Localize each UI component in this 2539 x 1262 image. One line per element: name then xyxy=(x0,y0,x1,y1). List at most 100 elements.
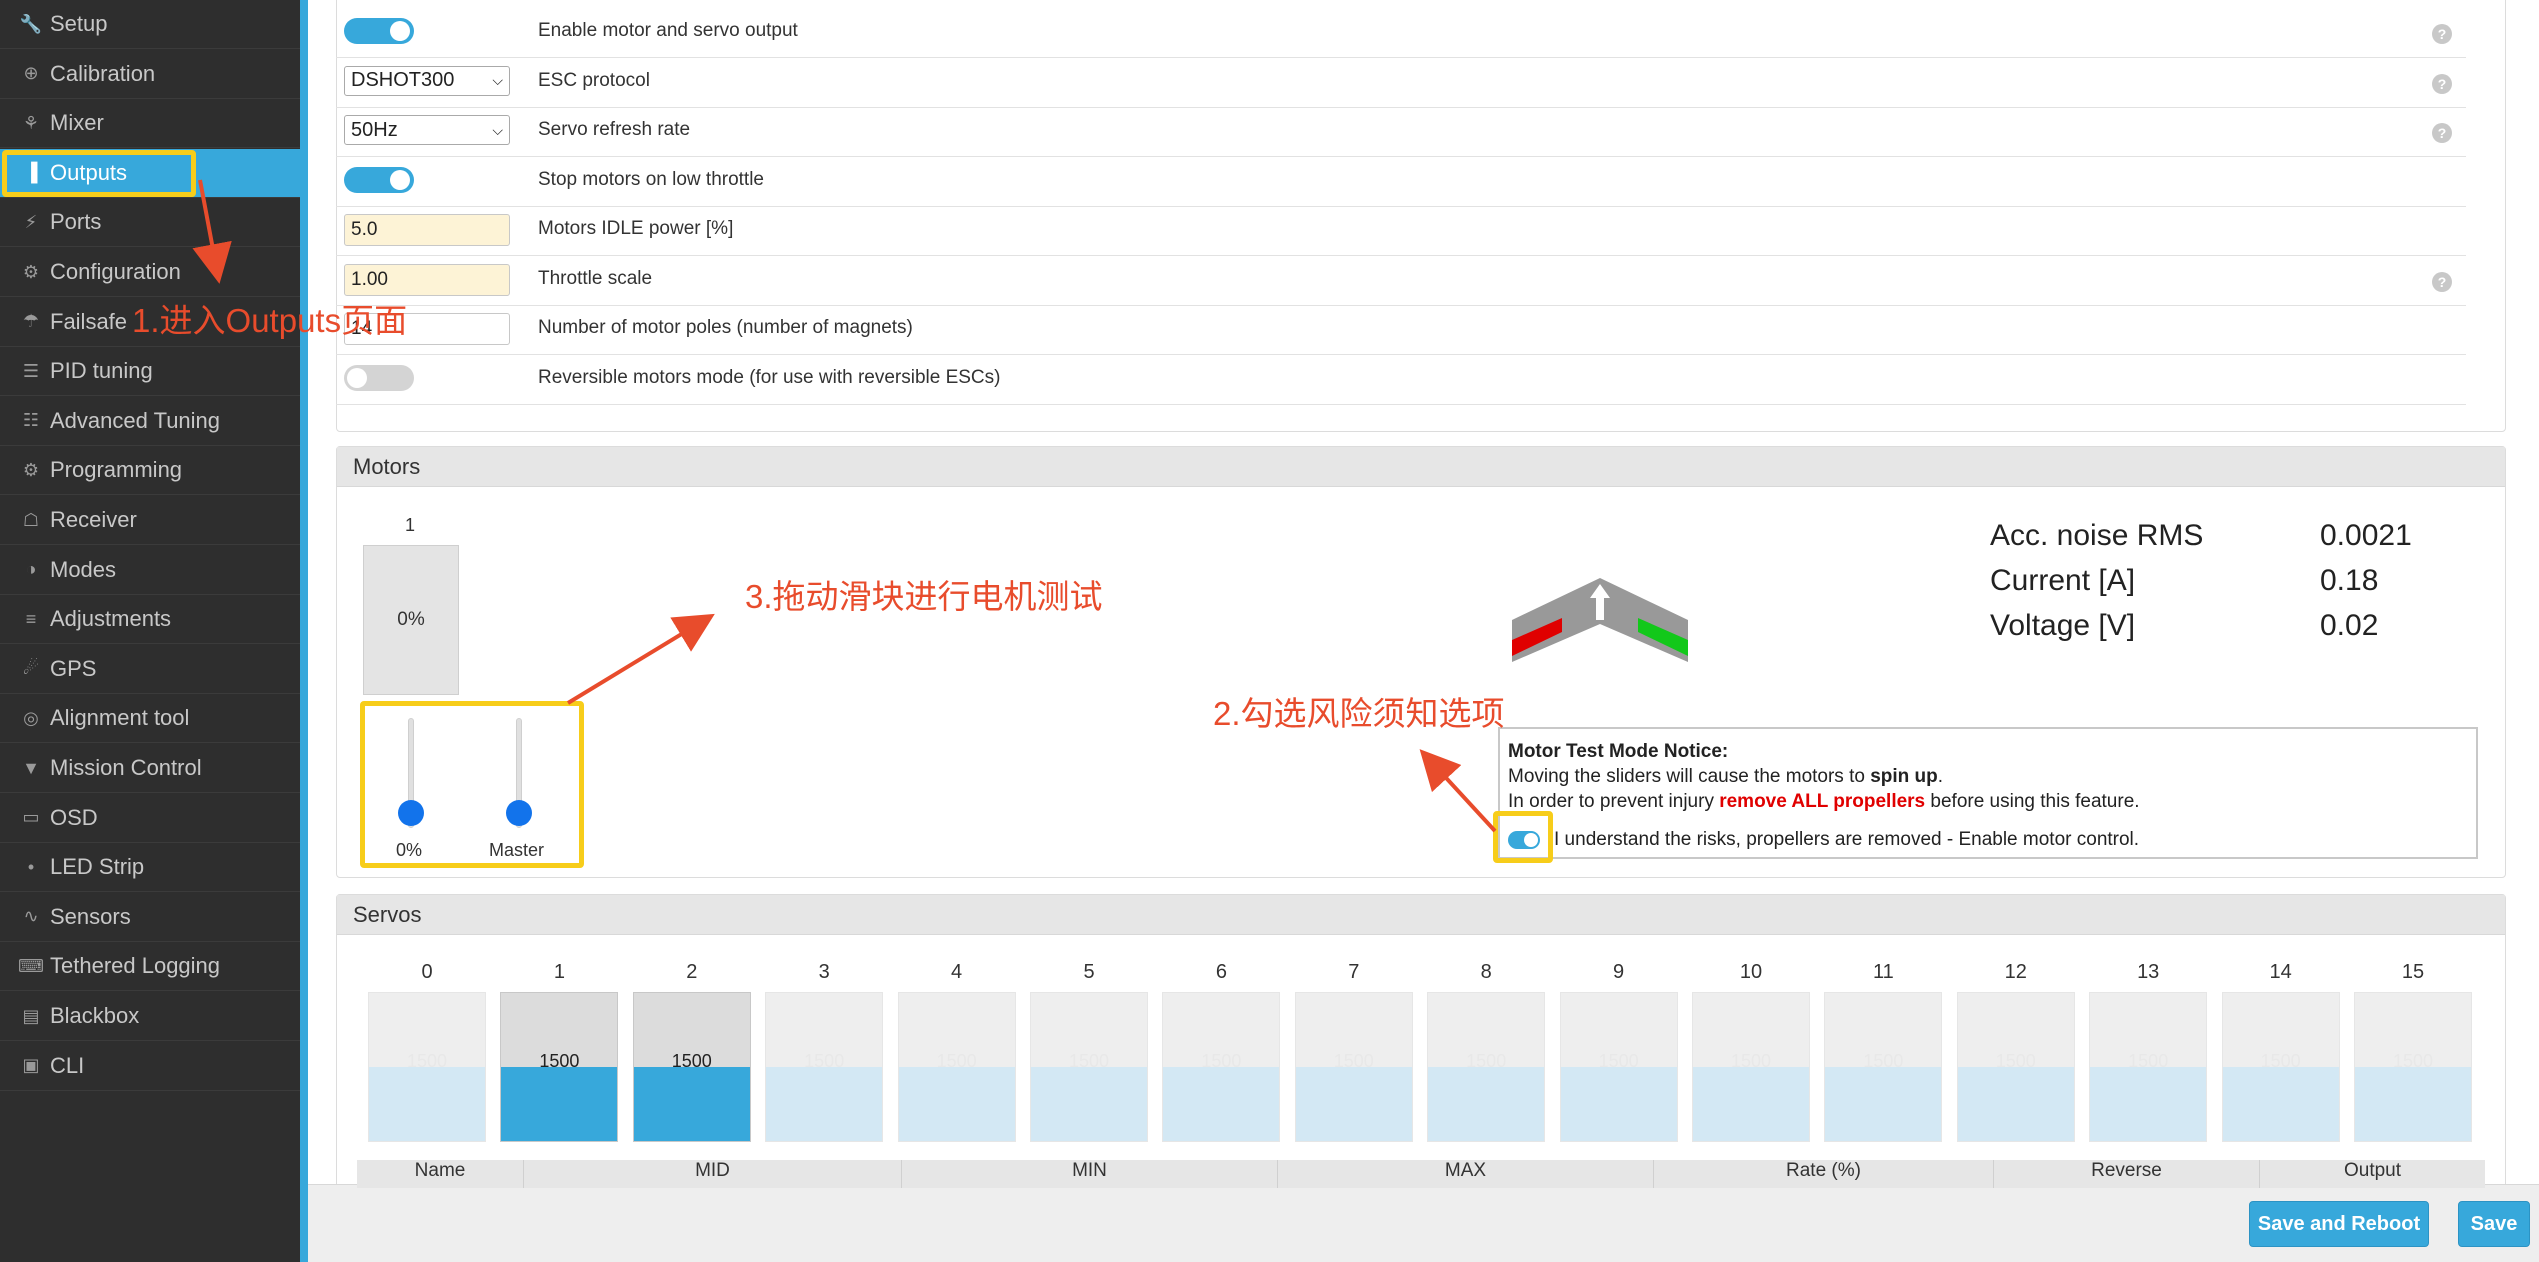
config-row-label: Servo refresh rate xyxy=(538,119,691,140)
servo-bar-fill xyxy=(1428,1067,1545,1141)
help-icon[interactable]: ? xyxy=(2432,271,2452,292)
footer-bar: Save and Reboot Save xyxy=(308,1184,2539,1262)
config-row: 5.0 Motors IDLE power [%] xyxy=(336,206,2466,256)
config-row-label: Throttle scale xyxy=(538,267,653,289)
sidebar-item-label: CLI xyxy=(50,1052,85,1078)
config-number-input[interactable]: 1.00 xyxy=(344,263,510,296)
sidebar-item-label: Calibration xyxy=(50,60,156,86)
servo-table-header: Rate (%) xyxy=(1653,1160,1993,1188)
sidebar-item-calibration[interactable]: ⊕ Calibration xyxy=(0,50,300,99)
servo-output-value: 1500 xyxy=(1598,1051,1639,1071)
servo-bar-fill xyxy=(1957,1067,2074,1141)
servo-output-value: 1500 xyxy=(1863,1051,1904,1071)
toggles-icon: ◑ xyxy=(25,559,37,580)
servo-bar-fill xyxy=(898,1067,1015,1141)
bulb-icon: • xyxy=(27,856,35,877)
sidebar-item-configuration[interactable]: ⚙ Configuration xyxy=(0,248,300,297)
sidebar-item-label: Setup xyxy=(50,11,108,36)
config-row-label: Enable motor and servo output xyxy=(538,20,798,41)
sidebar-item-adjustments[interactable]: ≡ Adjustments xyxy=(0,595,300,645)
servo-output-value: 1500 xyxy=(1333,1051,1374,1071)
sidebar-item-advanced-tuning[interactable]: ☷ Advanced Tuning xyxy=(0,397,300,446)
save-and-reboot-button[interactable]: Save and Reboot xyxy=(2249,1201,2429,1247)
servo-channel-index: 6 xyxy=(1215,961,1227,983)
sidebar-item-programming[interactable]: ⚙ Programming xyxy=(0,446,300,496)
config-row: Stop motors on low throttle xyxy=(336,157,2466,207)
sidebar-item-modes[interactable]: ◑ Modes xyxy=(0,546,300,595)
crosshair-icon: ⊕ xyxy=(23,63,39,84)
servo-bar-fill xyxy=(2222,1067,2339,1141)
config-row-label: Number of motor poles (number of magnets… xyxy=(538,317,913,338)
sidebar-item-label: Mission Control xyxy=(50,755,202,780)
pulse-icon: ∿ xyxy=(23,906,39,927)
config-row-label: Motors IDLE power [%] xyxy=(538,218,734,239)
sidebar-item-gps[interactable]: ☄ GPS xyxy=(0,645,300,694)
config-toggle[interactable] xyxy=(344,166,414,193)
sidebar-item-blackbox[interactable]: ▤ Blackbox xyxy=(0,992,300,1041)
servo-output-value: 1500 xyxy=(804,1051,845,1071)
stat-label: Voltage [V] xyxy=(1990,609,2136,642)
sidebar-item-alignment-tool[interactable]: ◎ Alignment tool xyxy=(0,694,300,744)
sidebar-item-ports[interactable]: ⚡ Ports xyxy=(0,198,300,248)
servo-channel-index: 9 xyxy=(1613,961,1625,983)
help-icon[interactable]: ? xyxy=(2432,123,2452,143)
servo-bar-fill xyxy=(1031,1067,1147,1141)
sidebar-item-sensors[interactable]: ∿ Sensors xyxy=(0,893,300,942)
compass-icon: ◎ xyxy=(23,707,39,728)
sidebar-item-led-strip[interactable]: • LED Strip xyxy=(0,843,300,893)
satellite-icon: ☄ xyxy=(22,658,40,679)
servo-bar-fill xyxy=(369,1067,485,1141)
sidebar-item-label: Failsafe xyxy=(50,308,128,334)
sidebar-item-mission-control[interactable]: ▼ Mission Control xyxy=(0,744,300,793)
sidebar-item-label: PID tuning xyxy=(50,358,153,384)
servo-output-bar: 1500 xyxy=(632,992,751,1142)
servo-output-bar: 1500 xyxy=(1559,992,1678,1142)
help-icon[interactable]: ? xyxy=(2432,24,2452,44)
stat-label: Acc. noise RMS xyxy=(1990,519,2204,552)
notice-line-1: Moving the sliders will cause the motors… xyxy=(1508,766,1944,787)
servo-output-bar: 1500 xyxy=(897,992,1016,1142)
sidebar-item-mixer[interactable]: ⚘ Mixer xyxy=(0,99,300,149)
servo-channel-index: 12 xyxy=(2004,961,2027,983)
parachute-icon: ☂ xyxy=(22,311,40,332)
sidebar-item-tethered-logging[interactable]: ⌨ Tethered Logging xyxy=(0,942,300,992)
sidebar-item-label: Programming xyxy=(50,457,183,483)
select-value: DSHOT300 xyxy=(351,69,455,91)
servo-bar-fill xyxy=(1295,1067,1412,1141)
sidebar-item-receiver[interactable]: ☖ Receiver xyxy=(0,496,300,545)
servo-channel-index: 0 xyxy=(421,961,433,983)
servo-channel-index: 11 xyxy=(1873,961,1894,983)
robot-icon: ☖ xyxy=(22,509,40,530)
sidebar-item-pid-tuning[interactable]: ☰ PID tuning xyxy=(0,347,300,397)
servo-output-value: 1500 xyxy=(539,1051,580,1071)
blackbox-icon: ▤ xyxy=(22,1005,40,1026)
config-select[interactable]: 50Hz ⌵ xyxy=(344,115,510,145)
config-toggle[interactable] xyxy=(344,18,414,44)
servo-table-header: MIN xyxy=(901,1160,1277,1188)
servo-output-bar: 1500 xyxy=(765,992,884,1142)
servo-channel-index: 4 xyxy=(951,961,963,983)
sidebar-item-cli[interactable]: ▣ CLI xyxy=(0,1042,300,1091)
config-row: 14 Number of motor poles (number of magne… xyxy=(336,305,2466,355)
servo-bar-fill xyxy=(2090,1067,2207,1141)
notice-line-2: In order to prevent injury remove ALL pr… xyxy=(1508,791,2140,812)
keyboard-icon: ⌨ xyxy=(18,955,44,976)
config-row: Reversible motors mode (for use with rev… xyxy=(336,355,2466,405)
annotation-step-3: 3.拖动滑块进行电机测试 xyxy=(745,578,1103,615)
servo-bar-fill xyxy=(1560,1067,1677,1141)
help-icon[interactable]: ? xyxy=(2432,73,2452,94)
save-button[interactable]: Save xyxy=(2458,1201,2530,1247)
config-number-input[interactable]: 5.0 xyxy=(344,214,510,246)
servo-output-value: 1500 xyxy=(1466,1051,1507,1071)
sidebar-item-label: Advanced Tuning xyxy=(50,407,221,433)
annotation-step-1: 1.进入Outputs页面 xyxy=(132,302,408,339)
sidebar-item-label: Sensors xyxy=(50,903,131,929)
config-row: Enable motor and servo output? xyxy=(336,8,2466,58)
sidebar-item-osd[interactable]: ▭ OSD xyxy=(0,794,300,843)
sidebar-item-label: Modes xyxy=(50,556,117,582)
config-select[interactable]: DSHOT300 ⌵ xyxy=(344,65,510,96)
config-toggle[interactable] xyxy=(344,364,414,391)
sidebar-item-setup[interactable]: 🔧 Setup xyxy=(0,0,300,49)
notice-title: Motor Test Mode Notice: xyxy=(1508,741,1729,762)
terminal-icon: ▣ xyxy=(22,1055,40,1076)
